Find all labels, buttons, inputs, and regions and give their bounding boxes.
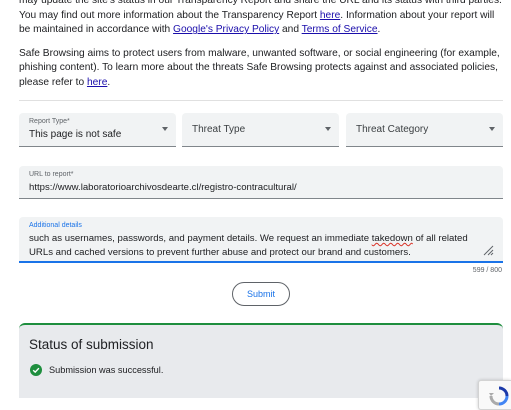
details-text-segment: such as usernames, passwords, and paymen… — [29, 233, 372, 244]
submission-status-panel: Status of submission Submission was succ… — [19, 323, 503, 398]
caret-down-icon — [489, 127, 495, 131]
intro-paragraph-2: Safe Browsing aims to protect users from… — [19, 47, 506, 91]
report-type-select[interactable]: Report Type* This page is not safe — [19, 113, 176, 147]
details-text-line: URLs and cached versions to prevent furt… — [29, 247, 411, 258]
misspelled-word: takedown — [371, 233, 413, 244]
url-value: https://www.laboratorioarchivosdearte.cl… — [29, 182, 297, 193]
threat-type-placeholder: Threat Type — [192, 124, 246, 135]
submit-button[interactable]: Submit — [232, 282, 290, 306]
caret-down-icon — [162, 127, 168, 131]
caret-down-icon — [325, 127, 331, 131]
transparency-report-link[interactable]: here — [320, 10, 340, 21]
url-label: URL to report* — [29, 171, 74, 178]
intro-text: may update the site's status in our Tran… — [19, 0, 506, 91]
url-input[interactable]: URL to report* https://www.laboratorioar… — [19, 166, 503, 199]
recaptcha-badge[interactable] — [478, 380, 511, 410]
recaptcha-logo-icon — [489, 386, 509, 406]
check-circle-icon — [30, 364, 42, 376]
character-counter: 599 / 800 — [472, 267, 502, 274]
additional-details-label: Additional details — [29, 222, 82, 229]
status-title: Status of submission — [29, 337, 154, 352]
status-message: Submission was successful. — [49, 365, 164, 375]
intro-text-segment: . — [107, 76, 111, 88]
details-text-line: such as usernames, passwords, and paymen… — [29, 233, 468, 244]
details-text-segment: of all related — [412, 233, 468, 244]
terms-of-service-link[interactable]: Terms of Service — [302, 24, 378, 35]
resize-handle-icon[interactable] — [482, 244, 494, 256]
intro-paragraph-1: may update the site's status in our Tran… — [19, 0, 506, 38]
threat-category-select[interactable]: Threat Category — [346, 113, 503, 147]
report-type-label: Report Type* — [29, 118, 70, 125]
additional-details-textarea[interactable]: Additional details such as usernames, pa… — [19, 217, 503, 263]
section-divider — [19, 100, 503, 101]
safe-browsing-policies-link[interactable]: here — [87, 77, 107, 88]
intro-text-segment: . — [377, 24, 381, 36]
threat-category-placeholder: Threat Category — [356, 124, 429, 135]
report-type-value: This page is not safe — [29, 129, 122, 140]
threat-type-select[interactable]: Threat Type — [182, 113, 339, 147]
privacy-policy-link[interactable]: Google's Privacy Policy — [173, 24, 279, 35]
intro-text-segment: and — [279, 24, 302, 36]
